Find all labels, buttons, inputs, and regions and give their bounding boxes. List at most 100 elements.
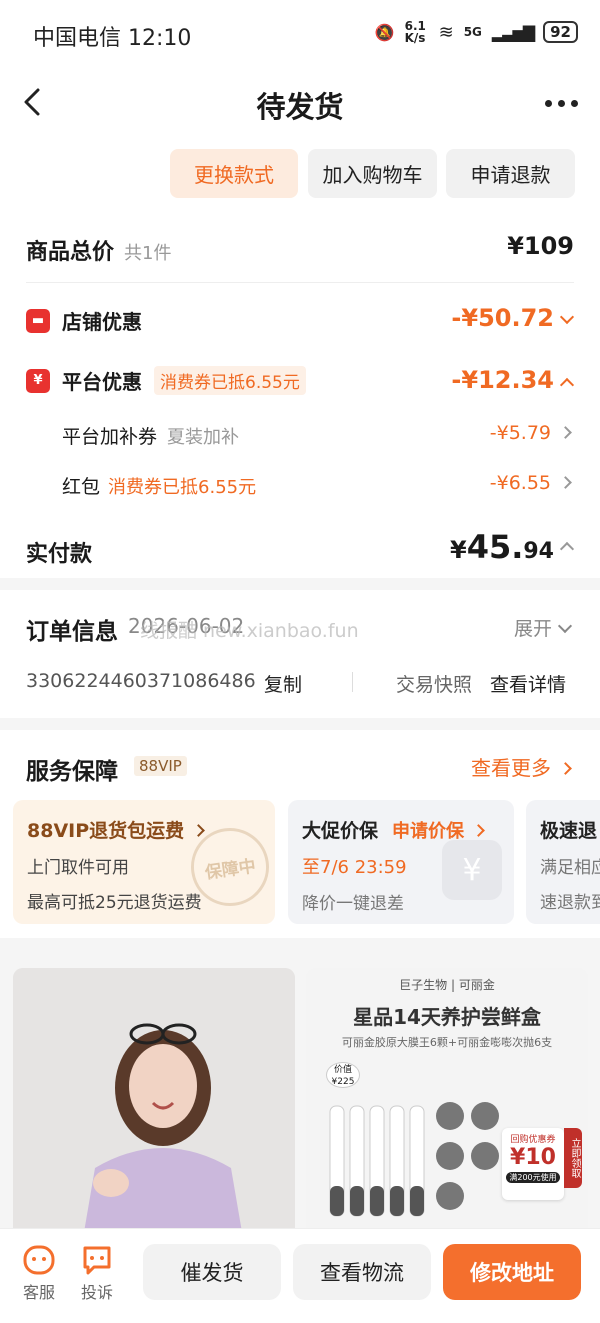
service-card-fast-refund[interactable]: 极速退 满足相应 速退款到 <box>526 800 600 924</box>
platform-discount-row[interactable]: ¥ 平台优惠 消费券已抵6.55元 <box>26 366 306 395</box>
item-count: 共1件 <box>124 243 172 264</box>
chevron-right-icon <box>559 426 572 439</box>
apply-price-protect-link[interactable]: 申请价保 <box>392 817 485 843</box>
coupon-icon: ¥ <box>26 368 50 393</box>
snapshot-link[interactable]: 交易快照 <box>396 670 472 697</box>
chevron-down-icon <box>557 618 573 634</box>
order-actions: 更换款式 加入购物车 申请退款 <box>0 140 600 210</box>
service-card-title: 大促价保 <box>302 820 379 842</box>
expand-label: 展开 <box>513 618 552 640</box>
bottom-bar: 客服 投诉 催发货 查看物流 修改地址 <box>0 1228 600 1323</box>
chevron-down-icon <box>559 309 575 325</box>
battery-level: 92 <box>543 21 578 43</box>
value-badge: 价值¥225 <box>326 1062 360 1088</box>
brand-label: 巨子生物 | 可丽金 <box>399 978 495 992</box>
more-menu-icon[interactable] <box>545 100 578 107</box>
shop-discount-amount: -¥50.72 <box>451 304 554 332</box>
complain-button[interactable]: 投诉 <box>80 1243 114 1303</box>
price-summary: 商品总价 共1件 ¥109 ▬ 店铺优惠 -¥50.72 ¥ 平台优惠 消费券已… <box>0 210 600 578</box>
coupon-claim-tag: 立即领取 <box>564 1128 582 1188</box>
chevron-up-icon <box>559 541 575 557</box>
subsidy-amount: -¥5.79 <box>489 422 551 444</box>
platform-discount-amount: -¥12.34 <box>451 366 554 394</box>
chevron-right-icon <box>559 476 572 489</box>
service-card-line: 速退款到 <box>540 893 600 913</box>
expand-button[interactable]: 展开 <box>513 614 573 641</box>
view-logistics-button[interactable]: 查看物流 <box>293 1244 431 1300</box>
total-value: ¥109 <box>507 232 574 260</box>
order-info: 订单信息 2026-06-02 线报酷 new.xianbao.fun 展开 3… <box>0 590 600 718</box>
product-photo <box>13 968 295 1238</box>
redpack-row[interactable]: 红包 消费券已抵6.55元 <box>62 472 256 499</box>
complain-label: 投诉 <box>80 1283 113 1302</box>
divider <box>26 282 574 283</box>
service-card-line: 满足相应 <box>540 858 600 878</box>
service-card-price-protect[interactable]: 大促价保 申请价保 至7/6 23:59 降价一键退差 ¥ <box>288 800 514 924</box>
paid-value[interactable]: ¥ 45. 94 <box>449 528 575 566</box>
coupon-graphic: 回购优惠券 ¥10 满200元使用 <box>502 1128 564 1200</box>
net-speed: 6.1 K/s <box>404 19 426 45</box>
customer-service-icon <box>23 1245 55 1275</box>
mute-icon: 🔕 <box>374 22 395 42</box>
store-icon: ▬ <box>26 308 50 333</box>
shop-discount-value[interactable]: -¥50.72 <box>451 304 575 332</box>
more-services-label: 查看更多 <box>471 756 551 780</box>
add-to-cart-button[interactable]: 加入购物车 <box>308 149 437 198</box>
refund-button[interactable]: 申请退款 <box>446 149 575 198</box>
platform-discount-value[interactable]: -¥12.34 <box>451 366 575 394</box>
watermark: 线报酷 new.xianbao.fun <box>140 620 359 642</box>
service-title: 服务保障 <box>26 759 118 785</box>
chevron-right-icon <box>472 823 485 837</box>
detail-link[interactable]: 查看详情 <box>490 670 566 697</box>
order-info-title: 订单信息 <box>26 619 118 645</box>
shop-discount-row[interactable]: ▬ 店铺优惠 <box>26 306 142 335</box>
vip-badge: 88VIP <box>134 756 187 776</box>
product-photo <box>329 1102 499 1217</box>
product-headline: 星品14天养护尝鲜盒 <box>353 1005 541 1029</box>
platform-discount-tag: 消费券已抵6.55元 <box>154 366 306 395</box>
wifi-icon: ≋ <box>438 21 454 43</box>
change-address-button[interactable]: 修改地址 <box>443 1244 581 1300</box>
chevron-right-icon <box>559 762 572 775</box>
urge-shipping-button[interactable]: 催发货 <box>143 1244 281 1300</box>
chevron-right-icon <box>192 824 206 837</box>
status-icons: 🔕 6.1 K/s ≋ 5G ▂▃▅▇ 92 <box>375 20 578 44</box>
total-label: 商品总价 <box>26 240 115 265</box>
order-number: 3306224460371086486 <box>26 670 256 692</box>
paid-label: 实付款 <box>26 542 93 567</box>
subsidy-note: 夏装加补 <box>167 427 240 448</box>
customer-service-button[interactable]: 客服 <box>22 1243 56 1303</box>
paid-integer: 45. <box>466 528 524 566</box>
status-bar: 中国电信 12:10 🔕 6.1 K/s ≋ 5G ▂▃▅▇ 92 <box>0 0 600 70</box>
subsidy-value[interactable]: -¥5.79 <box>489 422 572 444</box>
shop-discount-label: 店铺优惠 <box>62 310 142 334</box>
subsidy-label: 平台加补券 <box>62 426 158 448</box>
service-guarantee: 服务保障 88VIP 查看更多 88VIP退货包运费 上门取件可用 最高可抵25… <box>0 730 600 938</box>
service-card-title: 极速退 <box>540 820 598 842</box>
paid-decimal: 94 <box>523 539 554 564</box>
redpack-note: 消费券已抵6.55元 <box>108 477 257 498</box>
signal-icon: ▂▃▅▇ <box>491 22 535 42</box>
more-services-link[interactable]: 查看更多 <box>471 752 572 781</box>
complain-icon <box>83 1246 111 1275</box>
copy-button[interactable]: 复制 <box>264 670 302 697</box>
customer-service-label: 客服 <box>22 1283 55 1302</box>
subsidy-row[interactable]: 平台加补券 夏装加补 <box>62 422 239 449</box>
redpack-amount: -¥6.55 <box>489 472 551 494</box>
divider <box>352 672 353 692</box>
price-tag-icon: ¥ <box>442 840 502 900</box>
change-style-button[interactable]: 更换款式 <box>170 149 298 198</box>
product-card[interactable]: 巨子生物 | 可丽金 星品14天养护尝鲜盒 可丽金胶原大膜王6颗+可丽金嘭嘭次抛… <box>306 968 588 1238</box>
signal-label: 5G <box>463 25 482 39</box>
platform-discount-label: 平台优惠 <box>62 370 142 394</box>
product-card[interactable] <box>13 968 295 1238</box>
redpack-value[interactable]: -¥6.55 <box>489 472 572 494</box>
paid-currency: ¥ <box>449 536 467 564</box>
page-title: 待发货 <box>256 90 344 124</box>
chevron-up-icon <box>559 377 575 393</box>
recommend-feed: 巨子生物 | 可丽金 星品14天养护尝鲜盒 可丽金胶原大膜王6颗+可丽金嘭嘭次抛… <box>0 950 600 1238</box>
service-card-vip[interactable]: 88VIP退货包运费 上门取件可用 最高可抵25元退货运费 保障中 <box>13 800 275 924</box>
redpack-label: 红包 <box>62 476 101 498</box>
header: 待发货 <box>0 70 600 140</box>
product-subline: 可丽金胶原大膜王6颗+可丽金嘭嘭次抛6支 <box>341 1036 553 1049</box>
